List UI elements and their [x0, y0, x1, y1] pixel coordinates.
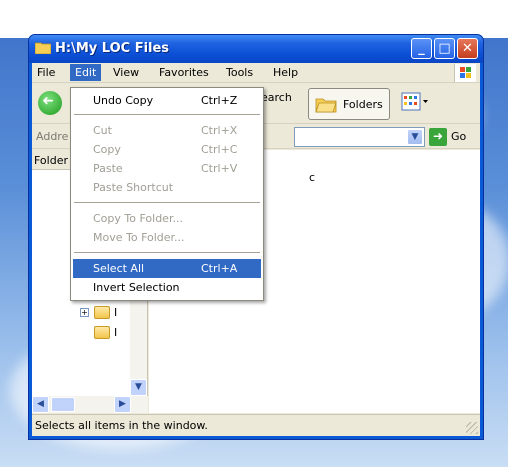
menu-item-shortcut: Ctrl+Z: [201, 94, 238, 107]
windows-logo-icon: [454, 64, 476, 82]
menu-item-copy-to-folder[interactable]: Copy To Folder...: [73, 209, 261, 228]
menu-separator: [74, 252, 260, 253]
menu-item-label: Select All: [93, 262, 145, 275]
menu-item-label: Move To Folder...: [93, 231, 185, 244]
minimize-button[interactable]: _: [411, 38, 432, 59]
scroll-left-icon[interactable]: ◀: [32, 396, 49, 413]
menu-item-move-to-folder[interactable]: Move To Folder...: [73, 228, 261, 247]
back-arrow-icon[interactable]: [38, 91, 62, 115]
menu-item-shortcut: Ctrl+V: [201, 162, 238, 175]
menu-item-select-all[interactable]: Select All Ctrl+A: [73, 259, 261, 278]
menu-separator: [74, 202, 260, 203]
menu-item-paste[interactable]: Paste Ctrl+V: [73, 159, 261, 178]
address-label: Addre: [36, 130, 69, 143]
menu-separator: [74, 114, 260, 115]
menu-item-shortcut: Ctrl+X: [201, 124, 238, 137]
menu-item-label: Copy: [93, 143, 121, 156]
menu-item-shortcut: Ctrl+C: [201, 143, 238, 156]
scroll-right-icon[interactable]: ▶: [114, 396, 131, 413]
maximize-button[interactable]: □: [434, 38, 455, 59]
views-icon[interactable]: [400, 91, 430, 113]
menu-item-label: Invert Selection: [93, 281, 180, 294]
address-field[interactable]: [294, 127, 425, 147]
menu-favorites[interactable]: Favorites: [159, 66, 209, 79]
title-bar[interactable]: H:\My LOC Files _ □ ✕: [29, 35, 483, 63]
menu-item-label: Undo Copy: [93, 94, 154, 107]
scrollbar-thumb[interactable]: [51, 397, 75, 412]
menu-item-label: Paste Shortcut: [93, 181, 174, 194]
status-bar: Selects all items in the window.: [32, 414, 480, 436]
folder-icon: [94, 306, 110, 319]
menu-item-label: Cut: [93, 124, 112, 137]
menu-item-label: Paste: [93, 162, 123, 175]
menu-tools[interactable]: Tools: [226, 66, 253, 79]
menu-edit[interactable]: Edit: [70, 64, 102, 81]
menu-item-undo-copy[interactable]: Undo Copy Ctrl+Z: [73, 91, 261, 110]
resize-grip-icon[interactable]: [466, 422, 478, 434]
menu-item-shortcut: Ctrl+A: [201, 262, 238, 275]
menu-item-copy[interactable]: Copy Ctrl+C: [73, 140, 261, 159]
file-list-text: c: [309, 171, 316, 184]
menu-file[interactable]: File: [37, 66, 55, 79]
folders-icon: [315, 98, 337, 113]
chevron-down-icon[interactable]: ▼: [407, 129, 423, 145]
tree-item-label: I: [114, 326, 118, 339]
go-button[interactable]: Go: [451, 130, 466, 143]
tree-item-label: I: [114, 306, 118, 319]
window-title: H:\My LOC Files: [55, 41, 170, 56]
menu-help[interactable]: Help: [273, 66, 298, 79]
scroll-down-icon[interactable]: ▼: [130, 379, 147, 396]
horizontal-scrollbar[interactable]: ◀ ▶: [32, 396, 148, 413]
menu-bar: File Edit View Favorites Tools Help: [32, 63, 480, 83]
go-arrow-icon[interactable]: ➜: [429, 128, 447, 146]
edit-menu: Undo Copy Ctrl+Z Cut Ctrl+X Copy Ctrl+C …: [70, 87, 264, 301]
menu-item-invert-selection[interactable]: Invert Selection: [73, 278, 261, 297]
menu-item-paste-shortcut[interactable]: Paste Shortcut: [73, 178, 261, 197]
folders-label: Folders: [343, 98, 383, 111]
menu-item-cut[interactable]: Cut Ctrl+X: [73, 121, 261, 140]
folder-icon: [94, 326, 110, 339]
close-button[interactable]: ✕: [457, 38, 478, 59]
folders-button[interactable]: Folders: [308, 88, 390, 120]
menu-item-label: Copy To Folder...: [93, 212, 183, 225]
folder-icon: [35, 42, 51, 54]
status-text: Selects all items in the window.: [35, 419, 208, 432]
expand-icon[interactable]: +: [80, 308, 89, 317]
menu-view[interactable]: View: [113, 66, 139, 79]
page-heading-strip: [0, 0, 508, 38]
